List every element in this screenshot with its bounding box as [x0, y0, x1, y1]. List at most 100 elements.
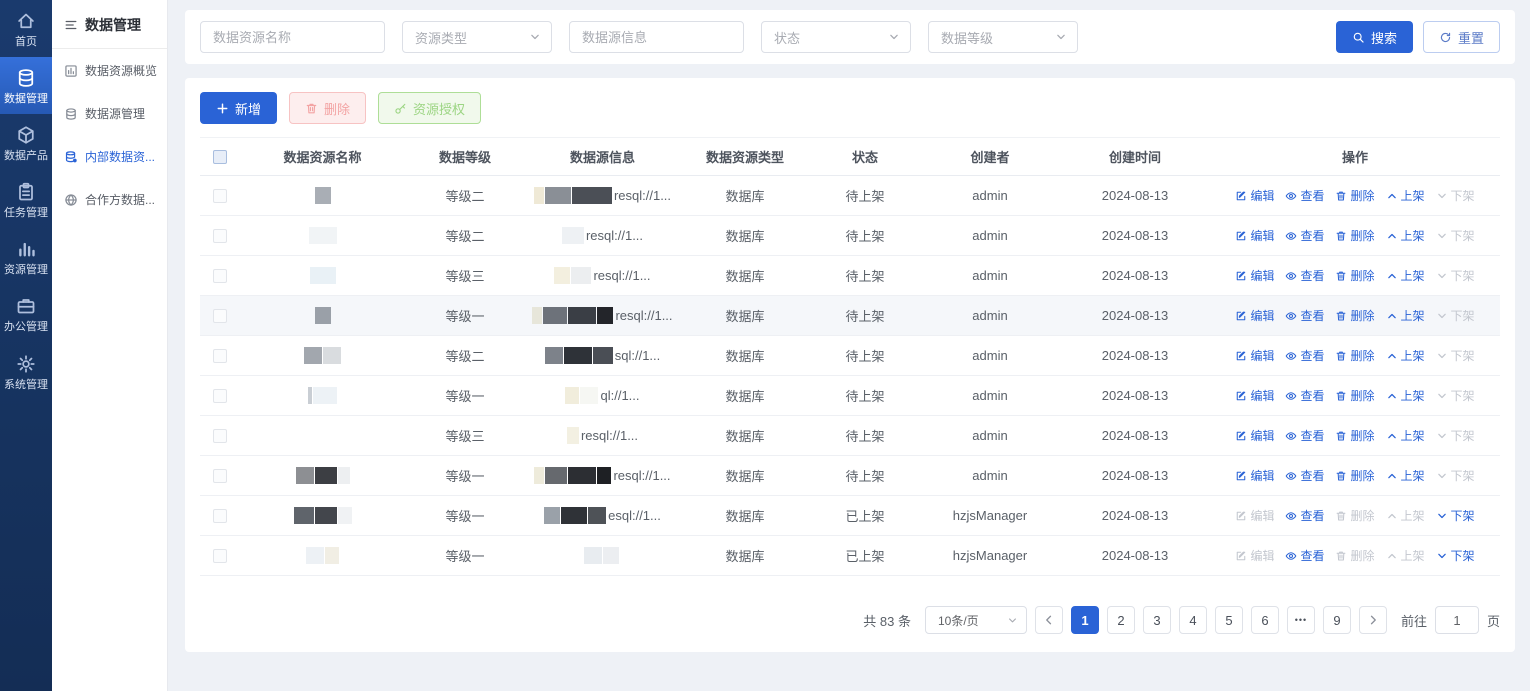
- op-down[interactable]: 下架: [1436, 507, 1475, 524]
- op-delete: 删除: [1335, 547, 1374, 564]
- page-button-4[interactable]: 4: [1179, 606, 1207, 634]
- select-all-checkbox[interactable]: [213, 150, 227, 164]
- cell-resource-type: 数据库: [680, 296, 810, 336]
- data-level-select[interactable]: 数据等级: [928, 21, 1078, 53]
- op-delete[interactable]: 删除: [1335, 347, 1374, 364]
- resource-type-select[interactable]: 资源类型: [402, 21, 552, 53]
- op-view[interactable]: 查看: [1285, 227, 1324, 244]
- op-delete[interactable]: 删除: [1335, 187, 1374, 204]
- goto-page-input[interactable]: [1435, 606, 1479, 634]
- sidebar-item-system-management[interactable]: 系统管理: [0, 343, 52, 400]
- cell-resource-name: [240, 456, 405, 496]
- op-view[interactable]: 查看: [1285, 187, 1324, 204]
- page-size-select[interactable]: 10条/页: [925, 606, 1027, 634]
- submenu-item-data-resource-overview[interactable]: 数据资源概览: [52, 49, 167, 92]
- op-edit[interactable]: 编辑: [1235, 427, 1274, 444]
- op-edit[interactable]: 编辑: [1235, 307, 1274, 324]
- op-up[interactable]: 上架: [1386, 387, 1425, 404]
- next-page-button[interactable]: [1359, 606, 1387, 634]
- op-delete[interactable]: 删除: [1335, 307, 1374, 324]
- page-button-6[interactable]: 6: [1251, 606, 1279, 634]
- op-view[interactable]: 查看: [1285, 387, 1324, 404]
- cell-resource-name: [240, 176, 405, 216]
- page-button-5[interactable]: 5: [1215, 606, 1243, 634]
- row-checkbox[interactable]: [213, 229, 227, 243]
- op-up[interactable]: 上架: [1386, 467, 1425, 484]
- cell-operations: 编辑查看删除上架下架: [1210, 376, 1500, 416]
- op-edit[interactable]: 编辑: [1235, 187, 1274, 204]
- op-edit[interactable]: 编辑: [1235, 467, 1274, 484]
- chev-down-icon: [1436, 190, 1448, 202]
- submenu-item-internal-data-resources[interactable]: 内部数据资...: [52, 135, 167, 178]
- add-button[interactable]: 新增: [200, 92, 277, 124]
- page-button-1[interactable]: 1: [1071, 606, 1099, 634]
- eye-icon: [1285, 310, 1297, 322]
- op-view[interactable]: 查看: [1285, 347, 1324, 364]
- chev-up-icon: [1386, 510, 1398, 522]
- sidebar-item-data-product[interactable]: 数据产品: [0, 114, 52, 171]
- page-button-2[interactable]: 2: [1107, 606, 1135, 634]
- sidebar-item-home[interactable]: 首页: [0, 0, 52, 57]
- row-checkbox[interactable]: [213, 389, 227, 403]
- page-more-button[interactable]: •••: [1287, 606, 1315, 634]
- status-select[interactable]: 状态: [761, 21, 911, 53]
- gear-icon: [16, 354, 36, 374]
- submenu-item-partner-data[interactable]: 合作方数据...: [52, 178, 167, 221]
- row-checkbox[interactable]: [213, 189, 227, 203]
- op-edit[interactable]: 编辑: [1235, 267, 1274, 284]
- redacted-text: [544, 507, 560, 524]
- row-checkbox[interactable]: [213, 309, 227, 323]
- op-up[interactable]: 上架: [1386, 227, 1425, 244]
- cell-resource-name: [240, 296, 405, 336]
- prev-page-button[interactable]: [1035, 606, 1063, 634]
- redacted-text: [543, 307, 567, 324]
- op-up[interactable]: 上架: [1386, 427, 1425, 444]
- op-down[interactable]: 下架: [1436, 547, 1475, 564]
- row-checkbox[interactable]: [213, 429, 227, 443]
- cell-status: 待上架: [810, 216, 920, 256]
- redacted-text: [532, 307, 542, 324]
- page-button-3[interactable]: 3: [1143, 606, 1171, 634]
- page-button-9[interactable]: 9: [1323, 606, 1351, 634]
- row-checkbox[interactable]: [213, 469, 227, 483]
- row-checkbox[interactable]: [213, 549, 227, 563]
- op-edit[interactable]: 编辑: [1235, 387, 1274, 404]
- op-delete[interactable]: 删除: [1335, 427, 1374, 444]
- op-view[interactable]: 查看: [1285, 267, 1324, 284]
- cell-data-level: 等级一: [405, 456, 525, 496]
- op-delete[interactable]: 删除: [1335, 267, 1374, 284]
- cell-resource-type: 数据库: [680, 336, 810, 376]
- op-up[interactable]: 上架: [1386, 187, 1425, 204]
- op-up[interactable]: 上架: [1386, 267, 1425, 284]
- row-checkbox[interactable]: [213, 509, 227, 523]
- op-up[interactable]: 上架: [1386, 347, 1425, 364]
- sidebar-item-task-management[interactable]: 任务管理: [0, 171, 52, 228]
- op-delete[interactable]: 删除: [1335, 467, 1374, 484]
- op-view[interactable]: 查看: [1285, 307, 1324, 324]
- row-checkbox[interactable]: [213, 349, 227, 363]
- row-checkbox[interactable]: [213, 269, 227, 283]
- cell-creator: admin: [920, 256, 1060, 296]
- search-button[interactable]: 搜索: [1336, 21, 1413, 53]
- submenu-header[interactable]: 数据管理: [52, 0, 167, 49]
- op-edit: 编辑: [1235, 547, 1274, 564]
- op-view[interactable]: 查看: [1285, 547, 1324, 564]
- op-delete[interactable]: 删除: [1335, 227, 1374, 244]
- submenu-item-datasource-management[interactable]: 数据源管理: [52, 92, 167, 135]
- op-edit[interactable]: 编辑: [1235, 347, 1274, 364]
- sidebar-item-office-management[interactable]: 办公管理: [0, 285, 52, 342]
- plus-icon: [216, 102, 229, 115]
- op-view[interactable]: 查看: [1285, 467, 1324, 484]
- sidebar-item-resource-management[interactable]: 资源管理: [0, 228, 52, 285]
- op-edit[interactable]: 编辑: [1235, 227, 1274, 244]
- sidebar-item-data-management[interactable]: 数据管理: [0, 57, 52, 114]
- op-up[interactable]: 上架: [1386, 307, 1425, 324]
- op-view[interactable]: 查看: [1285, 427, 1324, 444]
- reset-button[interactable]: 重置: [1423, 21, 1500, 53]
- resource-name-input[interactable]: [200, 21, 385, 53]
- op-view[interactable]: 查看: [1285, 507, 1324, 524]
- redacted-text: [554, 267, 570, 284]
- op-delete[interactable]: 删除: [1335, 387, 1374, 404]
- datasource-info-input[interactable]: [569, 21, 744, 53]
- redacted-text: [315, 507, 337, 524]
